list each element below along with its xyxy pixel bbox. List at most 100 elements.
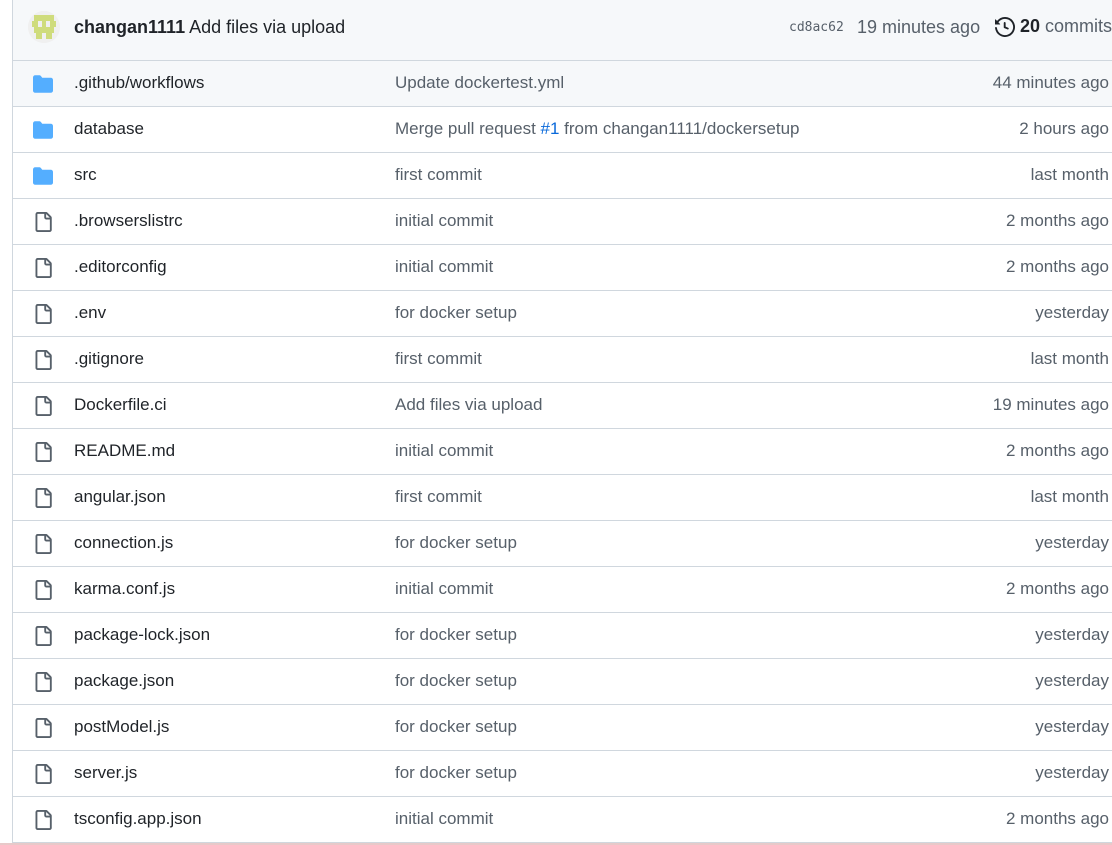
commit-sha-link[interactable]: cd8ac62 <box>789 20 844 35</box>
file-name-link[interactable]: README.md <box>74 441 175 461</box>
commit-age: 2 months ago <box>1005 441 1109 460</box>
file-row[interactable]: .env for docker setup yesterday <box>13 291 1112 337</box>
commit-message-link[interactable]: for docker setup <box>395 533 517 552</box>
file-name-link[interactable]: server.js <box>74 763 137 783</box>
folder-icon <box>33 74 53 94</box>
folder-icon <box>33 120 53 140</box>
file-icon <box>33 764 53 784</box>
file-name-link[interactable]: connection.js <box>74 533 173 553</box>
commit-age: 2 months ago <box>1005 211 1109 230</box>
file-icon <box>33 442 53 462</box>
commit-age: 2 months ago <box>1005 579 1109 598</box>
last-commit: initial commit <box>395 809 493 829</box>
file-row[interactable]: src first commit last month <box>13 153 1112 199</box>
file-name-link[interactable]: Dockerfile.ci <box>74 395 167 415</box>
commit-age: yesterday <box>1035 671 1109 690</box>
file-icon <box>33 718 53 738</box>
file-name-link[interactable]: tsconfig.app.json <box>74 809 202 829</box>
file-name-link[interactable]: karma.conf.js <box>74 579 175 599</box>
commit-message-link[interactable]: first commit <box>395 349 482 368</box>
last-commit: for docker setup <box>395 671 517 691</box>
commit-prefix[interactable]: Merge pull request <box>395 119 541 138</box>
commit-message-link[interactable]: for docker setup <box>395 671 517 690</box>
file-name-link[interactable]: .browserslistrc <box>74 211 183 231</box>
file-name-link[interactable]: .env <box>74 303 106 323</box>
file-icon <box>33 212 53 232</box>
commit-message-link[interactable]: for docker setup <box>395 763 517 782</box>
avatar[interactable] <box>28 11 60 43</box>
commit-message-link[interactable]: Add files via upload <box>395 395 542 414</box>
commit-message-link[interactable]: initial commit <box>395 257 493 276</box>
last-commit: initial commit <box>395 211 493 231</box>
file-row[interactable]: Dockerfile.ci Add files via upload 19 minu… <box>13 383 1112 429</box>
commit-age: yesterday <box>1035 533 1109 552</box>
commit-message-link[interactable]: first commit <box>395 165 482 184</box>
file-row[interactable]: postModel.js for docker setup yesterday <box>13 705 1112 751</box>
file-name-link[interactable]: postModel.js <box>74 717 169 737</box>
commit-age: 2 hours ago <box>1019 119 1109 138</box>
file-row[interactable]: .browserslistrc initial commit 2 months ag… <box>13 199 1112 245</box>
file-row[interactable]: .gitignore first commit last month <box>13 337 1112 383</box>
file-name-link[interactable]: package.json <box>74 671 174 691</box>
file-row[interactable]: .github/workflows Update dockertest.yml 44… <box>13 61 1112 107</box>
commit-age: yesterday <box>1035 763 1109 782</box>
commit-message-link[interactable]: for docker setup <box>395 303 517 322</box>
commit-message-link[interactable]: initial commit <box>395 579 493 598</box>
commit-suffix[interactable]: from changan1111/dockersetup <box>559 119 799 138</box>
last-commit: initial commit <box>395 257 493 277</box>
file-name-link[interactable]: .editorconfig <box>74 257 167 277</box>
file-name-link[interactable]: package-lock.json <box>74 625 210 645</box>
file-icon <box>33 304 53 324</box>
latest-commit-bar: changan1111 Add files via upload cd8ac62… <box>13 0 1112 61</box>
file-row[interactable]: angular.json first commit last month <box>13 475 1112 521</box>
commit-message-link[interactable]: Add files via upload <box>189 17 345 37</box>
commit-message-link[interactable]: initial commit <box>395 809 493 828</box>
file-row[interactable]: tsconfig.app.json initial commit 2 months … <box>13 797 1112 843</box>
last-commit: for docker setup <box>395 533 517 553</box>
commit-message-link[interactable]: first commit <box>395 487 482 506</box>
pull-request-link[interactable]: #1 <box>541 119 560 138</box>
last-commit: for docker setup <box>395 717 517 737</box>
commit-age: yesterday <box>1035 303 1109 322</box>
file-icon <box>33 672 53 692</box>
commit-age: yesterday <box>1035 717 1109 736</box>
last-commit: Add files via upload <box>395 395 542 415</box>
file-row[interactable]: package-lock.json for docker setup yesterd… <box>13 613 1112 659</box>
commit-age: 44 minutes ago <box>992 73 1109 92</box>
file-icon <box>33 810 53 830</box>
file-icon <box>33 534 53 554</box>
commit-age: last month <box>1030 487 1109 506</box>
file-row[interactable]: package.json for docker setup yesterday <box>13 659 1112 705</box>
commit-message-link[interactable]: Update dockertest.yml <box>395 73 564 92</box>
file-name-link[interactable]: .gitignore <box>74 349 144 369</box>
commit-message-link[interactable]: for docker setup <box>395 625 517 644</box>
commits-history-link[interactable]: 20 commits <box>995 16 1112 37</box>
last-commit: first commit <box>395 165 482 185</box>
commit-message-link[interactable]: initial commit <box>395 211 493 230</box>
file-list: .github/workflows Update dockertest.yml 44… <box>13 61 1112 843</box>
file-row[interactable]: karma.conf.js initial commit 2 months ago <box>13 567 1112 613</box>
file-name-link[interactable]: .github/workflows <box>74 73 204 93</box>
file-icon <box>33 258 53 278</box>
commit-author-link[interactable]: changan1111 <box>74 17 185 37</box>
file-row[interactable]: .editorconfig initial commit 2 months ago <box>13 245 1112 291</box>
file-name-link[interactable]: angular.json <box>74 487 166 507</box>
file-row[interactable]: connection.js for docker setup yesterday <box>13 521 1112 567</box>
last-commit: for docker setup <box>395 625 517 645</box>
file-name-link[interactable]: database <box>74 119 144 139</box>
history-icon <box>995 16 1015 37</box>
file-browser: changan1111 Add files via upload cd8ac62… <box>12 0 1112 843</box>
commit-message-link[interactable]: initial commit <box>395 441 493 460</box>
last-commit: first commit <box>395 487 482 507</box>
file-icon <box>33 350 53 370</box>
commit-age: last month <box>1030 349 1109 368</box>
file-row[interactable]: database Merge pull request #1 from chang… <box>13 107 1112 153</box>
commit-message-link[interactable]: for docker setup <box>395 717 517 736</box>
last-commit: initial commit <box>395 441 493 461</box>
file-row[interactable]: README.md initial commit 2 months ago <box>13 429 1112 475</box>
commit-age: last month <box>1030 165 1109 184</box>
file-row[interactable]: server.js for docker setup yesterday <box>13 751 1112 797</box>
commit-age: 19 minutes ago <box>992 395 1109 414</box>
file-name-link[interactable]: src <box>74 165 97 185</box>
last-commit: for docker setup <box>395 303 517 323</box>
